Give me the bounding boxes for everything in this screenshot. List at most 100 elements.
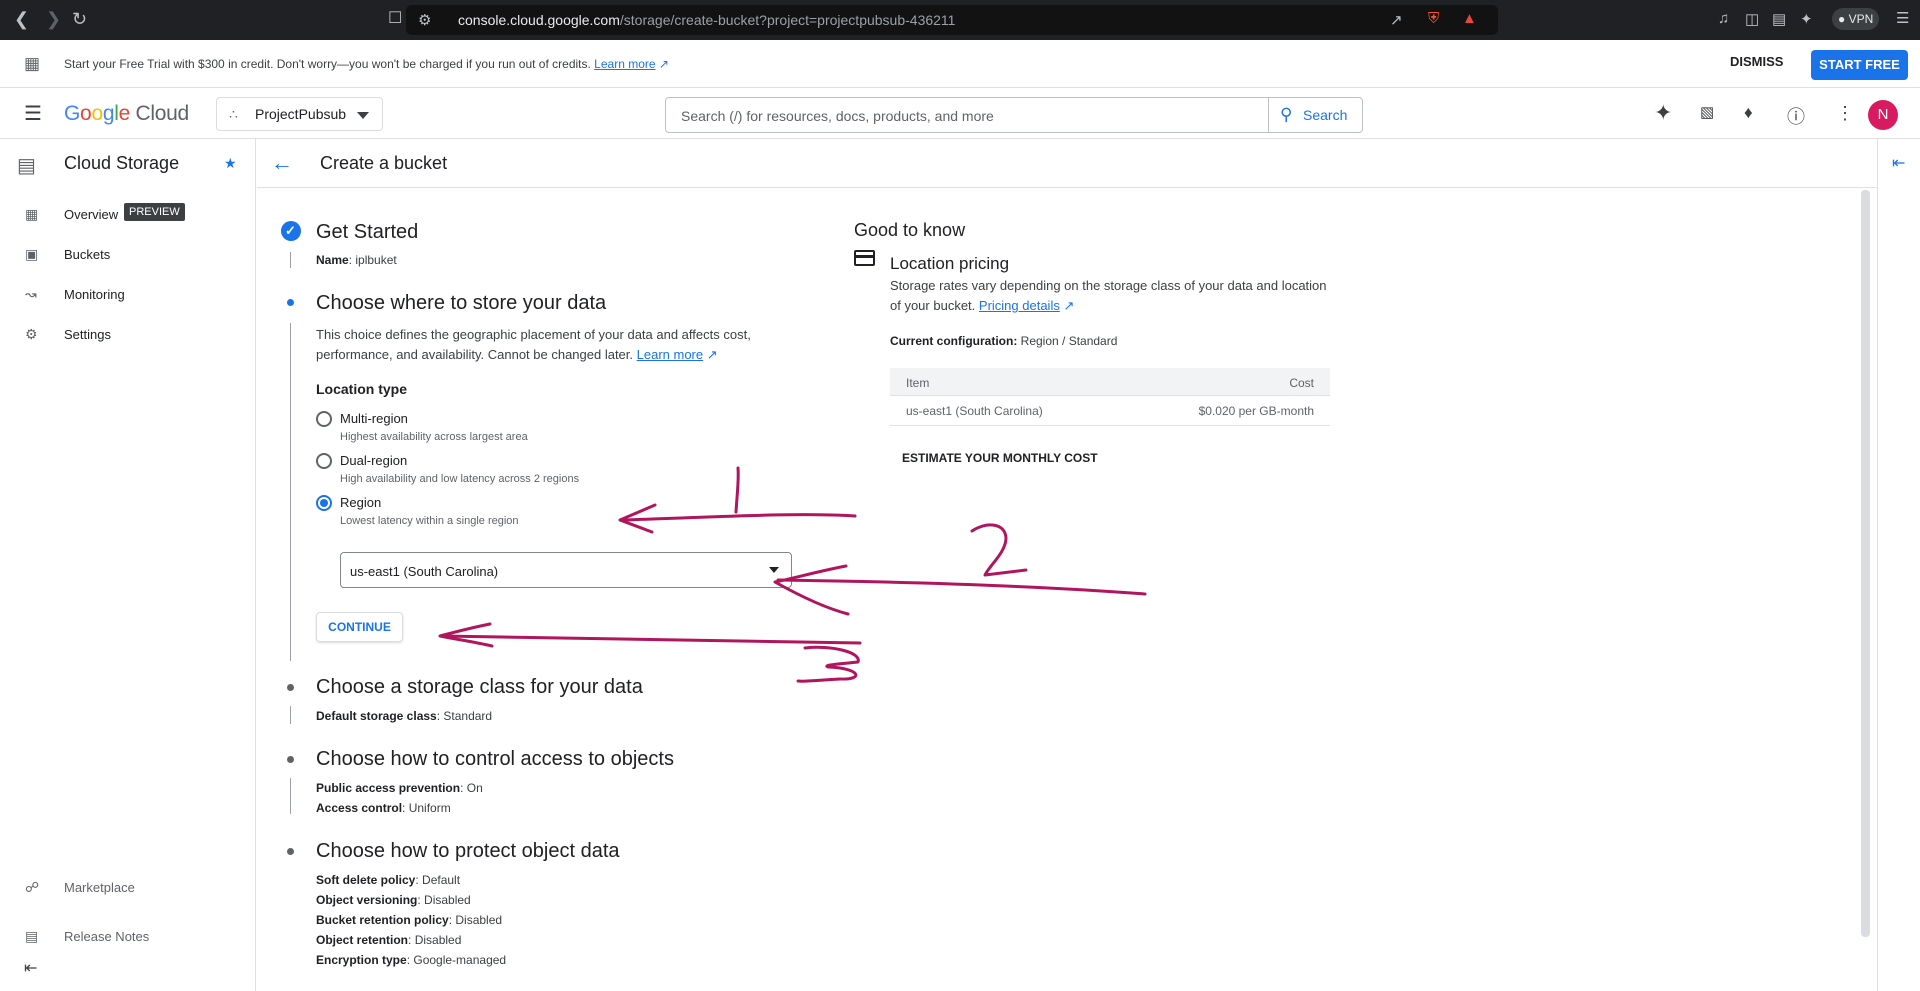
collapse-sidebar-icon[interactable]: ⇤ [24, 958, 37, 978]
table-header: Item Cost [890, 368, 1330, 396]
option-sub: High availability and low latency across… [340, 473, 580, 485]
annotation-arrowhead-3 [438, 622, 494, 648]
forward-icon[interactable]: ❯ [46, 8, 61, 30]
external-link-icon: ↗ [1059, 298, 1075, 313]
step-title-get-started: Get Started [316, 221, 419, 243]
protect-summary-row: Object retention: Disabled [316, 933, 462, 947]
cart-icon: ☍ [25, 879, 40, 895]
gemini-icon[interactable]: ✦ [1654, 100, 1672, 126]
location-pricing-title: Location pricing [890, 254, 1010, 273]
protect-summary-row: Bucket retention policy: Disabled [316, 913, 503, 927]
annotation-numeral-3 [796, 645, 860, 683]
radio-dual-region[interactable] [316, 453, 332, 469]
search-icon: ⚲ [1280, 105, 1293, 124]
vpn-button[interactable]: ● VPN [1832, 8, 1880, 30]
option-label: Region [340, 495, 382, 510]
menu-icon[interactable]: ☰ [1896, 9, 1909, 27]
step-connector [290, 706, 291, 724]
bucket-name-summary: Name: iplbuket [316, 253, 397, 267]
good-to-know-title: Good to know [854, 220, 966, 240]
trial-text: Start your Free Trial with $300 in credi… [64, 57, 669, 71]
expand-panel-icon[interactable]: ⇤ [1892, 153, 1905, 173]
option-label: Multi-region [340, 411, 408, 426]
pricing-description: Storage rates vary depending on the stor… [890, 278, 1327, 313]
radio-region[interactable] [316, 495, 332, 511]
external-link-icon: ↗ [703, 347, 718, 362]
dropdown-arrow-icon [769, 567, 779, 573]
sidebar-item-monitoring[interactable]: ↝ Monitoring [0, 275, 255, 315]
avatar[interactable]: N [1868, 100, 1898, 130]
cloud-shell-icon[interactable]: ▧ [1700, 103, 1714, 121]
location-description: This choice defines the geographic place… [316, 327, 751, 362]
search-button[interactable]: ⚲ Search [1268, 98, 1362, 132]
sidebar-toggle-icon[interactable]: ◫ [1745, 10, 1759, 28]
content-header: ← Create a bucket [257, 139, 1877, 188]
credit-card-icon [854, 250, 875, 266]
leo-ai-icon[interactable]: ✦ [1800, 10, 1813, 28]
pricing-details-link[interactable]: Pricing details [979, 298, 1060, 313]
hamburger-menu-icon[interactable]: ☰ [24, 101, 42, 126]
option-label: Dual-region [340, 453, 408, 468]
back-arrow-icon[interactable]: ← [271, 150, 293, 176]
site-info-icon[interactable]: ⚙ [418, 11, 431, 29]
address-bar[interactable]: ⚙ console.cloud.google.com/storage/creat… [406, 5, 1498, 35]
reload-icon[interactable]: ↻ [72, 8, 87, 30]
chevron-down-icon [357, 112, 369, 119]
project-picker[interactable]: ∴ ProjectPubsub [216, 97, 383, 131]
sidebar-item-release-notes[interactable]: ▤ Release Notes [0, 917, 255, 957]
notifications-icon[interactable]: ♦ [1744, 103, 1753, 123]
region-select[interactable]: us-east1 (South Carolina) [340, 552, 792, 588]
step-title-protect: Choose how to protect object data [316, 840, 620, 862]
wallet-icon[interactable]: ▤ [1772, 10, 1786, 28]
cost-table: Item Cost us-east1 (South Carolina) $0.0… [890, 368, 1330, 426]
option-sub: Lowest latency within a single region [340, 515, 519, 527]
pin-icon[interactable]: ★ [224, 155, 237, 172]
region-value: us-east1 (South Carolina) [350, 564, 499, 579]
protect-summary-row: Encryption type: Google-managed [316, 953, 507, 967]
google-cloud-logo[interactable]: Google Cloud [64, 102, 189, 126]
page-title: Create a bucket [320, 153, 448, 173]
current-configuration: Current configuration: Region / Standard [890, 334, 1118, 348]
storage-icon: ▤ [17, 155, 36, 177]
access-summary-row: Public access prevention: On [316, 781, 483, 795]
dismiss-button[interactable]: DISMISS [1730, 54, 1783, 69]
project-name: ProjectPubsub [255, 106, 347, 122]
brave-rewards-icon[interactable]: ▲ [1462, 10, 1477, 27]
access-summary-row: Access control: Uniform [316, 801, 451, 815]
step-complete-check-icon: ✓ [281, 221, 301, 241]
step-title-location: Choose where to store your data [316, 292, 607, 314]
brave-shield-icon[interactable]: ⛨ [1428, 10, 1439, 27]
top-header: ☰ Google Cloud ∴ ProjectPubsub Search (/… [0, 89, 1920, 139]
sidebar: ▤ Cloud Storage ★ ▦ Overview PREVIEW ▣ B… [0, 139, 256, 991]
more-options-icon[interactable]: ⋮ [1836, 103, 1854, 124]
continue-button[interactable]: CONTINUE [316, 612, 403, 642]
sidebar-item-marketplace[interactable]: ☍ Marketplace [0, 868, 255, 908]
radio-multi-region[interactable] [316, 411, 332, 427]
help-icon[interactable]: ⓘ [1787, 103, 1805, 129]
start-free-button[interactable]: START FREE [1811, 50, 1908, 80]
storage-class-summary: Default storage class: Standard [316, 709, 493, 723]
learn-more-link[interactable]: Learn more [594, 57, 655, 71]
search-placeholder: Search (/) for resources, docs, products… [681, 108, 994, 124]
step-connector [290, 323, 291, 661]
step-dot [287, 848, 294, 855]
bookmark-icon[interactable]: ☐ [388, 8, 402, 30]
search-input[interactable]: Search (/) for resources, docs, products… [665, 97, 1363, 133]
share-icon[interactable]: ↗ [1390, 11, 1403, 29]
learn-more-link[interactable]: Learn more [637, 347, 703, 362]
sidebar-item-settings[interactable]: ⚙ Settings [0, 315, 255, 355]
gear-icon: ⚙ [25, 326, 38, 342]
step-dot-active [287, 299, 294, 306]
back-icon[interactable]: ❮ [14, 8, 29, 30]
step-title-access: Choose how to control access to objects [316, 748, 674, 770]
sidebar-item-buckets[interactable]: ▣ Buckets [0, 235, 255, 275]
protect-summary-row: Soft delete policy: Default [316, 873, 461, 887]
music-icon[interactable]: ♫ [1718, 10, 1729, 27]
right-rail: ⇤ [1877, 139, 1920, 991]
scrollbar[interactable] [1861, 190, 1870, 937]
sidebar-item-overview[interactable]: ▦ Overview PREVIEW [0, 195, 255, 235]
option-sub: Highest availability across largest area [340, 431, 528, 443]
bucket-icon: ▣ [25, 246, 39, 262]
estimate-monthly-cost-button[interactable]: ESTIMATE YOUR MONTHLY COST [902, 451, 1098, 465]
dashboard-icon: ▦ [25, 206, 39, 222]
